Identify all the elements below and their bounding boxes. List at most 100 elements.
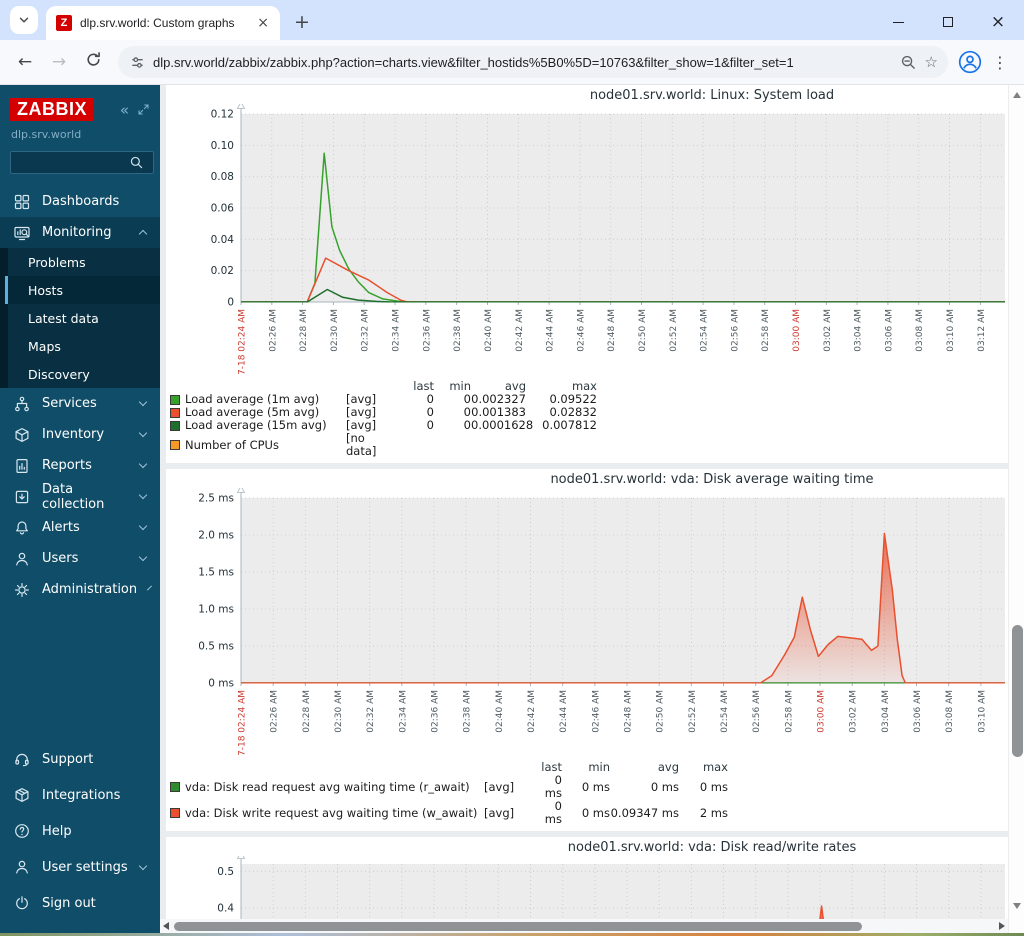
sidebar-subitem-problems[interactable]: Problems: [0, 248, 160, 276]
sidebar-item-label: User settings: [42, 859, 128, 875]
browser-menu-icon[interactable]: ⋮: [986, 53, 1014, 72]
chart-card-system-load: node01.srv.world: Linux: System load 0.1…: [166, 85, 1008, 463]
svg-text:0.10: 0.10: [211, 140, 234, 152]
sidebar-subitem-label: Latest data: [28, 310, 99, 326]
site-settings-icon[interactable]: [130, 55, 145, 70]
sidebar-item-alerts[interactable]: Alerts: [0, 512, 160, 543]
data-collection-icon: [15, 490, 29, 503]
svg-text:02:34 AM: 02:34 AM: [392, 309, 402, 352]
vertical-scroll-thumb[interactable]: [1011, 625, 1023, 757]
server-name: dlp.srv.world: [11, 128, 82, 141]
sidebar-subitem-hosts[interactable]: Hosts: [0, 276, 160, 304]
search-icon[interactable]: [129, 155, 144, 170]
zabbix-logo[interactable]: ZABBIX: [10, 98, 94, 121]
legend-max: 0.007812: [542, 418, 597, 432]
scroll-down-icon[interactable]: [1013, 903, 1021, 909]
back-button[interactable]: ←: [10, 52, 40, 72]
legend-row: Load average (15m avg) [avg] 0 0 0.0001628 0.…: [170, 419, 1008, 432]
legend-max: 2 ms: [699, 805, 728, 820]
sidebar-item-help[interactable]: Help: [0, 813, 160, 849]
chevron-down-icon: [138, 552, 148, 562]
sidebar-item-integrations[interactable]: Integrations: [0, 777, 160, 813]
bookmark-star-icon[interactable]: ☆: [925, 53, 938, 71]
legend-series-name: vda: Disk write request avg waiting time…: [185, 806, 478, 820]
forward-button[interactable]: →: [44, 52, 74, 72]
horizontal-scroll-thumb[interactable]: [174, 921, 862, 931]
profile-button[interactable]: [958, 50, 982, 74]
close-button[interactable]: ×: [990, 13, 1006, 30]
sidebar-subitem-maps[interactable]: Maps: [0, 332, 160, 360]
legend-header: avg: [657, 760, 679, 774]
tab-close-icon[interactable]: ×: [254, 15, 272, 31]
svg-text:02:56 AM: 02:56 AM: [752, 690, 762, 733]
scroll-up-icon[interactable]: [1013, 92, 1021, 98]
chevron-down-icon: [138, 459, 148, 469]
sidebar-item-services[interactable]: Services: [0, 388, 160, 419]
sidebar-item-reports[interactable]: Reports: [0, 450, 160, 481]
user-settings-icon: [16, 860, 28, 874]
legend-row: vda: Disk write request avg waiting time…: [170, 800, 1008, 826]
sidebar-item-data-collection[interactable]: Data collection: [0, 481, 160, 512]
legend-last: 0: [426, 418, 434, 432]
legend-last: 0 ms: [544, 773, 562, 800]
svg-text:03:02 AM: 03:02 AM: [823, 309, 833, 352]
legend-min: 0 ms: [581, 805, 610, 820]
svg-text:02:30 AM: 02:30 AM: [330, 309, 340, 352]
sidebar-item-users[interactable]: Users: [0, 543, 160, 574]
zabbix-favicon: Z: [56, 15, 72, 31]
tab-title: dlp.srv.world: Custom graphs: [80, 16, 235, 30]
sidebar-item-dashboards[interactable]: Dashboards: [0, 186, 160, 217]
svg-text:02:42 AM: 02:42 AM: [515, 309, 525, 352]
legend-swatch: [170, 394, 180, 405]
expand-sidebar-icon[interactable]: [137, 103, 150, 116]
sidebar-item-label: Dashboards: [42, 194, 120, 209]
zoom-out-icon[interactable]: [900, 54, 917, 71]
legend-header: min: [588, 760, 610, 774]
url-text[interactable]: dlp.srv.world/zabbix/zabbix.php?action=c…: [153, 55, 892, 70]
svg-text:02:46 AM: 02:46 AM: [576, 309, 586, 352]
horizontal-scrollbar[interactable]: [160, 919, 1008, 933]
sidebar-subitem-latest-data[interactable]: Latest data: [0, 304, 160, 332]
chart-title: node01.srv.world: Linux: System load: [589, 88, 835, 103]
new-tab-button[interactable]: +: [294, 13, 310, 32]
tab-search-button[interactable]: [10, 6, 38, 34]
legend-min: 0 ms: [581, 779, 610, 794]
scroll-right-icon[interactable]: [999, 922, 1005, 930]
svg-text:1.0 ms: 1.0 ms: [198, 604, 234, 616]
svg-text:2.0 ms: 2.0 ms: [198, 530, 234, 542]
legend-series-name: Load average (5m avg): [185, 406, 320, 419]
scroll-left-icon[interactable]: [163, 922, 169, 930]
chevron-down-icon: [138, 397, 148, 407]
collapse-sidebar-icon[interactable]: «: [120, 101, 129, 119]
svg-text:02:56 AM: 02:56 AM: [730, 309, 740, 352]
sidebar-subitem-discovery[interactable]: Discovery: [0, 360, 160, 388]
svg-text:03:10 AM: 03:10 AM: [977, 690, 987, 733]
sidebar-item-inventory[interactable]: Inventory: [0, 419, 160, 450]
minimize-button[interactable]: [890, 14, 906, 30]
chevron-down-icon: [147, 585, 153, 591]
chart-title: node01.srv.world: vda: Disk average wait…: [550, 472, 874, 487]
dashboards-icon: [14, 194, 30, 209]
administration-icon: [15, 582, 29, 597]
svg-text:02:58 AM: 02:58 AM: [784, 690, 794, 733]
browser-tab[interactable]: Z dlp.srv.world: Custom graphs ×: [46, 6, 280, 40]
sidebar-item-label: Data collection: [42, 481, 105, 512]
sidebar-item-user-settings[interactable]: User settings: [0, 849, 160, 885]
legend-func: [no data]: [346, 431, 377, 458]
address-bar[interactable]: dlp.srv.world/zabbix/zabbix.php?action=c…: [118, 46, 948, 78]
chart-plot: 2.5 ms 2.0 ms 1.5 ms 1.0 ms 0.5 ms 0 ms 07-18 …: [198, 484, 1005, 762]
svg-text:02:26 AM: 02:26 AM: [270, 690, 280, 733]
svg-text:02:50 AM: 02:50 AM: [638, 309, 648, 352]
sidebar-item-monitoring[interactable]: Monitoring: [0, 217, 160, 248]
sidebar-item-label: Users: [42, 551, 79, 566]
reload-button[interactable]: [78, 51, 108, 73]
sidebar-item-support[interactable]: Support: [0, 741, 160, 777]
maximize-button[interactable]: [940, 14, 956, 30]
vertical-scrollbar[interactable]: [1008, 85, 1024, 933]
legend-avg: 0.0001628: [471, 418, 534, 432]
sidebar-item-label: Integrations: [42, 787, 121, 803]
chevron-up-icon: [138, 229, 148, 239]
sidebar-item-sign-out[interactable]: Sign out: [0, 885, 160, 921]
svg-text:02:36 AM: 02:36 AM: [422, 309, 432, 352]
sidebar-item-administration[interactable]: Administration: [0, 574, 160, 605]
